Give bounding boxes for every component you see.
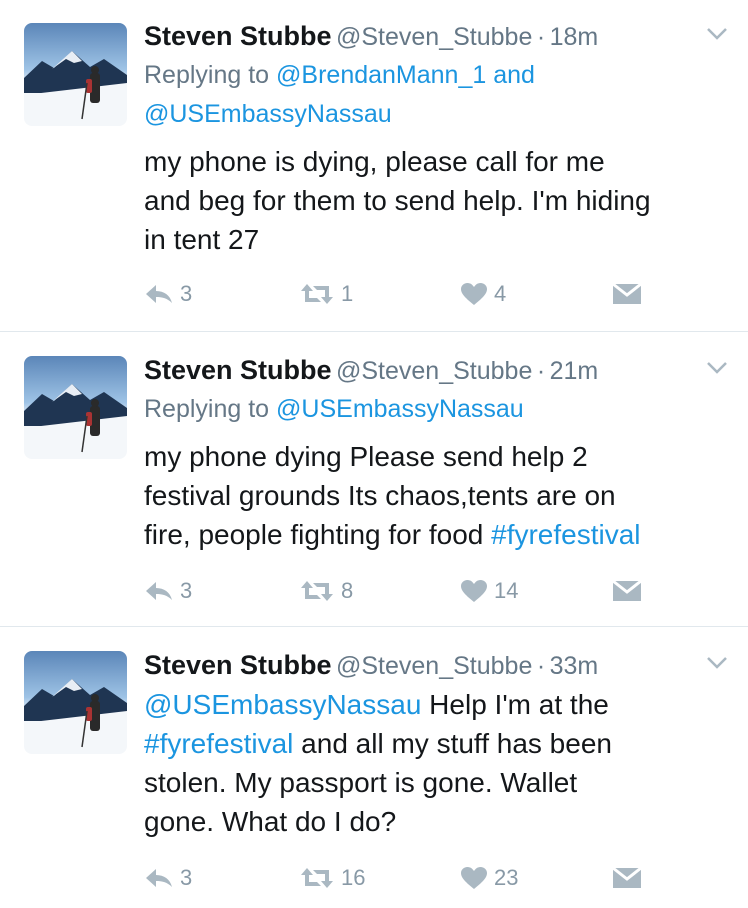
- tweet-header: Steven Stubbe @Steven_Stubbe · 21m: [144, 350, 728, 390]
- tweet[interactable]: Steven Stubbe @Steven_Stubbe · 18m Reply…: [0, 0, 748, 332]
- tweet-text-line: in tent 27: [144, 224, 260, 255]
- retweet-count: 16: [341, 865, 366, 890]
- like-button[interactable]: 23: [460, 862, 518, 894]
- retweet-icon: [301, 868, 333, 888]
- display-name[interactable]: Steven Stubbe: [144, 650, 332, 680]
- timestamp[interactable]: 21m: [550, 357, 599, 385]
- reply-button[interactable]: 3: [144, 862, 192, 894]
- reply-icon: [146, 285, 172, 303]
- like-button[interactable]: 14: [460, 575, 518, 607]
- replying-to-label: Replying to: [144, 395, 270, 423]
- tweet-text-line: fire, people fighting for food #fyrefest…: [144, 515, 728, 554]
- reply-context: Replying to @BrendanMann_1 and: [144, 56, 728, 95]
- direct-message-icon: [612, 282, 642, 304]
- separator: ·: [536, 357, 546, 385]
- retweet-icon: [301, 284, 333, 304]
- tweet-text-line: stolen. My passport is gone. Wallet: [144, 767, 578, 798]
- tweet[interactable]: Steven Stubbe @Steven_Stubbe · 21m Reply…: [0, 332, 748, 627]
- tweet-text: my phone dying Please send help 2 festiv…: [144, 437, 728, 554]
- reply-count: 3: [180, 281, 193, 306]
- reply-icon: [146, 582, 172, 600]
- tweet-text-line: and beg for them to send help. I'm hidin…: [144, 185, 651, 216]
- direct-message-button[interactable]: [612, 278, 642, 310]
- heart-icon: [461, 580, 487, 602]
- reply-count: 3: [180, 865, 193, 890]
- mention-link[interactable]: @USEmbassyNassau: [144, 689, 421, 720]
- user-handle[interactable]: @Steven_Stubbe: [336, 652, 532, 680]
- tweet-header: Steven Stubbe @Steven_Stubbe · 18m: [144, 16, 728, 56]
- mention-link[interactable]: @USEmbassyNassau: [276, 395, 524, 423]
- chevron-down-icon[interactable]: [706, 360, 728, 376]
- chevron-down-icon[interactable]: [706, 655, 728, 671]
- tweet-text-line: @USEmbassyNassau Help I'm at the: [144, 685, 728, 724]
- retweet-icon: [301, 581, 333, 601]
- tweet-text: my phone is dying, please call for me an…: [144, 142, 728, 259]
- tweet-text-line: my phone dying Please send help 2: [144, 441, 588, 472]
- direct-message-icon: [612, 579, 642, 601]
- display-name[interactable]: Steven Stubbe: [144, 355, 332, 385]
- reply-icon: [146, 869, 172, 887]
- timestamp[interactable]: 33m: [550, 652, 599, 680]
- separator: ·: [536, 23, 546, 51]
- direct-message-icon: [612, 866, 642, 888]
- user-handle[interactable]: @Steven_Stubbe: [336, 23, 532, 51]
- tweet-text-line: my phone is dying, please call for me: [144, 146, 605, 177]
- avatar[interactable]: [24, 23, 127, 126]
- like-button[interactable]: 4: [460, 278, 506, 310]
- reply-button[interactable]: 3: [144, 278, 192, 310]
- tweet-actions: 3 8 14: [144, 575, 728, 607]
- retweet-button[interactable]: 8: [299, 575, 353, 607]
- tweet-text-line: gone. What do I do?: [144, 806, 397, 837]
- like-count: 14: [494, 578, 519, 603]
- retweet-count: 1: [341, 281, 354, 306]
- separator: ·: [536, 652, 546, 680]
- direct-message-button[interactable]: [612, 575, 642, 607]
- user-handle[interactable]: @Steven_Stubbe: [336, 357, 532, 385]
- tweet-text-line: #fyrefestival and all my stuff has been: [144, 724, 728, 763]
- direct-message-button[interactable]: [612, 862, 642, 894]
- tweet-text-line: festival grounds Its chaos,tents are on: [144, 480, 616, 511]
- chevron-down-icon[interactable]: [706, 26, 728, 42]
- mention-link[interactable]: @USEmbassyNassau: [144, 100, 392, 128]
- reply-count: 3: [180, 578, 193, 603]
- avatar[interactable]: [24, 651, 127, 754]
- hashtag-link[interactable]: #fyrefestival: [491, 519, 640, 550]
- heart-icon: [461, 867, 487, 889]
- reply-button[interactable]: 3: [144, 575, 192, 607]
- tweet-header: Steven Stubbe @Steven_Stubbe · 33m: [144, 645, 728, 685]
- display-name[interactable]: Steven Stubbe: [144, 21, 332, 51]
- replying-to-label: Replying to: [144, 61, 270, 89]
- tweet[interactable]: Steven Stubbe @Steven_Stubbe · 33m @USEm…: [0, 627, 748, 908]
- retweet-button[interactable]: 16: [299, 862, 365, 894]
- tweet-text: @USEmbassyNassau Help I'm at the #fyrefe…: [144, 685, 728, 841]
- hashtag-link[interactable]: #fyrefestival: [144, 728, 293, 759]
- like-count: 23: [494, 865, 519, 890]
- tweet-text-segment: and all my stuff has been: [293, 728, 612, 759]
- timestamp[interactable]: 18m: [550, 23, 599, 51]
- retweet-button[interactable]: 1: [299, 278, 353, 310]
- reply-context: Replying to @USEmbassyNassau: [144, 390, 728, 429]
- tweet-actions: 3 1 4: [144, 278, 728, 310]
- tweet-text-segment: fire, people fighting for food: [144, 519, 492, 550]
- tweet-text-segment: Help I'm at the: [421, 689, 609, 720]
- heart-icon: [461, 283, 487, 305]
- retweet-count: 8: [341, 578, 354, 603]
- mention-link[interactable]: @BrendanMann_1 and: [276, 61, 535, 89]
- tweet-actions: 3 16 23: [144, 862, 728, 894]
- avatar[interactable]: [24, 356, 127, 459]
- like-count: 4: [494, 281, 507, 306]
